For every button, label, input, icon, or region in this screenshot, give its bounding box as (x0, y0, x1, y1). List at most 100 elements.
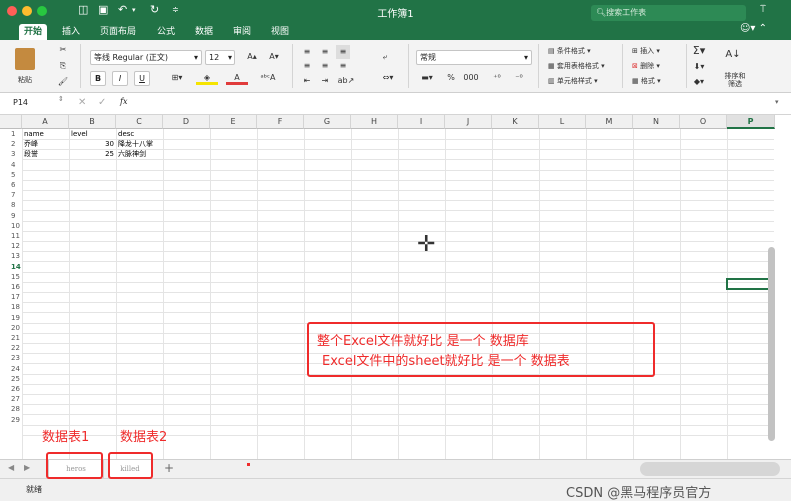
underline-button[interactable]: U (134, 71, 150, 86)
column-header-f[interactable]: F (257, 115, 304, 129)
row-header[interactable]: 11 (0, 232, 22, 241)
column-header-h[interactable]: H (351, 115, 398, 129)
align-bottom-icon[interactable]: ≡ (336, 45, 350, 59)
column-header-l[interactable]: L (539, 115, 586, 129)
cell[interactable]: 25 (69, 150, 114, 159)
comma-style-button[interactable]: 000 (462, 71, 480, 85)
row-header[interactable]: 4 (0, 161, 22, 170)
row-header[interactable]: 8 (0, 201, 22, 210)
select-all-corner[interactable] (0, 115, 22, 129)
increase-font-icon[interactable]: A▴ (242, 50, 262, 64)
next-sheet-icon[interactable]: ▶ (24, 463, 30, 472)
merge-center-icon[interactable]: ⇔▾ (378, 71, 398, 85)
row-header[interactable]: 29 (0, 416, 22, 425)
row-header[interactable] (0, 426, 22, 435)
tab-insert[interactable]: 插入 (57, 24, 85, 40)
cell[interactable]: 30 (69, 140, 114, 149)
copy-icon[interactable]: ⎘ (56, 59, 70, 73)
sort-filter-icon[interactable]: A↓ (722, 48, 744, 62)
name-box[interactable]: P14 (13, 98, 28, 107)
person-plus-icon[interactable]: ⍡ (760, 4, 766, 15)
tab-review[interactable]: 审阅 (228, 24, 256, 40)
row-header[interactable]: 2 (0, 140, 22, 149)
cell[interactable]: name (24, 130, 44, 139)
borders-icon[interactable]: ⊞▾ (166, 71, 188, 85)
align-left-icon[interactable]: ≡ (300, 59, 314, 73)
align-middle-icon[interactable]: ≡ (318, 45, 332, 59)
column-header-p[interactable]: P (727, 115, 775, 129)
tab-page-layout[interactable]: 页面布局 (95, 24, 141, 40)
font-size-select[interactable]: 12 ▾ (205, 50, 235, 65)
row-header[interactable]: 20 (0, 324, 22, 333)
insert-function-icon[interactable]: fx (120, 97, 127, 106)
tab-data[interactable]: 数据 (190, 24, 218, 40)
align-center-icon[interactable]: ≡ (318, 59, 332, 73)
paste-icon[interactable] (15, 48, 35, 70)
column-header-g[interactable]: G (304, 115, 351, 129)
tab-view[interactable]: 视图 (266, 24, 294, 40)
format-painter-icon[interactable]: 🖌︎ (56, 75, 70, 89)
row-header[interactable]: 15 (0, 273, 22, 282)
row-header[interactable]: 1 (0, 130, 22, 139)
conditional-format-button[interactable]: ▤ 条件格式 ▾ (548, 46, 591, 56)
add-sheet-button[interactable]: + (164, 461, 174, 475)
column-header-b[interactable]: B (69, 115, 116, 129)
row-header[interactable]: 21 (0, 334, 22, 343)
column-header-o[interactable]: O (680, 115, 727, 129)
cell[interactable]: desc (118, 130, 134, 139)
percent-button[interactable]: % (444, 71, 458, 85)
row-header[interactable]: 28 (0, 405, 22, 414)
spreadsheet-grid[interactable]: ABCDEFGHIJKLMNOP 1 2 3 4 5 6 7 8 9 10 11 12 13 14 15 16… (0, 115, 791, 459)
align-right-icon[interactable]: ≡ (336, 59, 350, 73)
formula-input[interactable] (140, 96, 760, 110)
cancel-icon[interactable]: ✕ (78, 97, 86, 108)
selected-cell[interactable] (726, 278, 774, 290)
row-header[interactable]: 7 (0, 191, 22, 200)
column-header-n[interactable]: N (633, 115, 680, 129)
wrap-text-icon[interactable]: ⤶ (378, 50, 392, 64)
delete-cells-button[interactable]: ⊠ 删除 ▾ (632, 61, 660, 71)
column-header-c[interactable]: C (116, 115, 163, 129)
row-header[interactable]: 3 (0, 150, 22, 159)
cell[interactable]: 乔峰 (24, 140, 38, 149)
cell[interactable]: 降龙十八掌 (118, 140, 153, 149)
bold-button[interactable]: B (90, 71, 106, 86)
row-header[interactable]: 22 (0, 344, 22, 353)
number-format-select[interactable]: 常规 ▾ (416, 50, 532, 65)
row-header[interactable]: 5 (0, 171, 22, 180)
expand-formula-icon[interactable]: ▾ (775, 98, 779, 106)
row-header[interactable]: 27 (0, 395, 22, 404)
column-header-j[interactable]: J (445, 115, 492, 129)
fill-down-icon[interactable]: ⬇▾ (692, 60, 706, 74)
cell-style-button[interactable]: ▥ 单元格样式 ▾ (548, 76, 598, 86)
row-header[interactable]: 25 (0, 375, 22, 384)
currency-icon[interactable]: ▬▾ (416, 71, 438, 85)
autosum-icon[interactable]: Σ▾ (692, 44, 706, 58)
row-header[interactable]: 19 (0, 314, 22, 323)
smiley-icon[interactable]: ☺▾ ⌃ (740, 23, 767, 34)
tab-formulas[interactable]: 公式 (152, 24, 180, 40)
phonetic-icon[interactable]: ᵃᵇᶜA (256, 71, 280, 85)
cell[interactable]: 六脉神剑 (118, 150, 146, 159)
row-header[interactable]: 6 (0, 181, 22, 190)
orientation-icon[interactable]: ab↗ (336, 74, 356, 88)
column-header-e[interactable]: E (210, 115, 257, 129)
cell[interactable]: 段誉 (24, 150, 38, 159)
sort-filter-label[interactable]: 排序和筛选 (722, 72, 748, 88)
column-header-i[interactable]: I (398, 115, 445, 129)
column-header-d[interactable]: D (163, 115, 210, 129)
row-header[interactable]: 14 (0, 263, 22, 272)
column-header-a[interactable]: A (22, 115, 69, 129)
italic-button[interactable]: I (112, 71, 128, 86)
font-color-icon[interactable]: A (226, 71, 248, 85)
column-header-m[interactable]: M (586, 115, 633, 129)
clear-icon[interactable]: ◆▾ (692, 75, 706, 89)
cell[interactable]: level (71, 130, 88, 139)
insert-cells-button[interactable]: ⊞ 插入 ▾ (632, 46, 660, 56)
row-header[interactable]: 26 (0, 385, 22, 394)
row-header[interactable]: 24 (0, 365, 22, 374)
row-header[interactable]: 16 (0, 283, 22, 292)
decrease-decimal-icon[interactable]: ⁻⁰ (510, 71, 528, 85)
row-header[interactable]: 10 (0, 222, 22, 231)
row-header[interactable]: 23 (0, 354, 22, 363)
